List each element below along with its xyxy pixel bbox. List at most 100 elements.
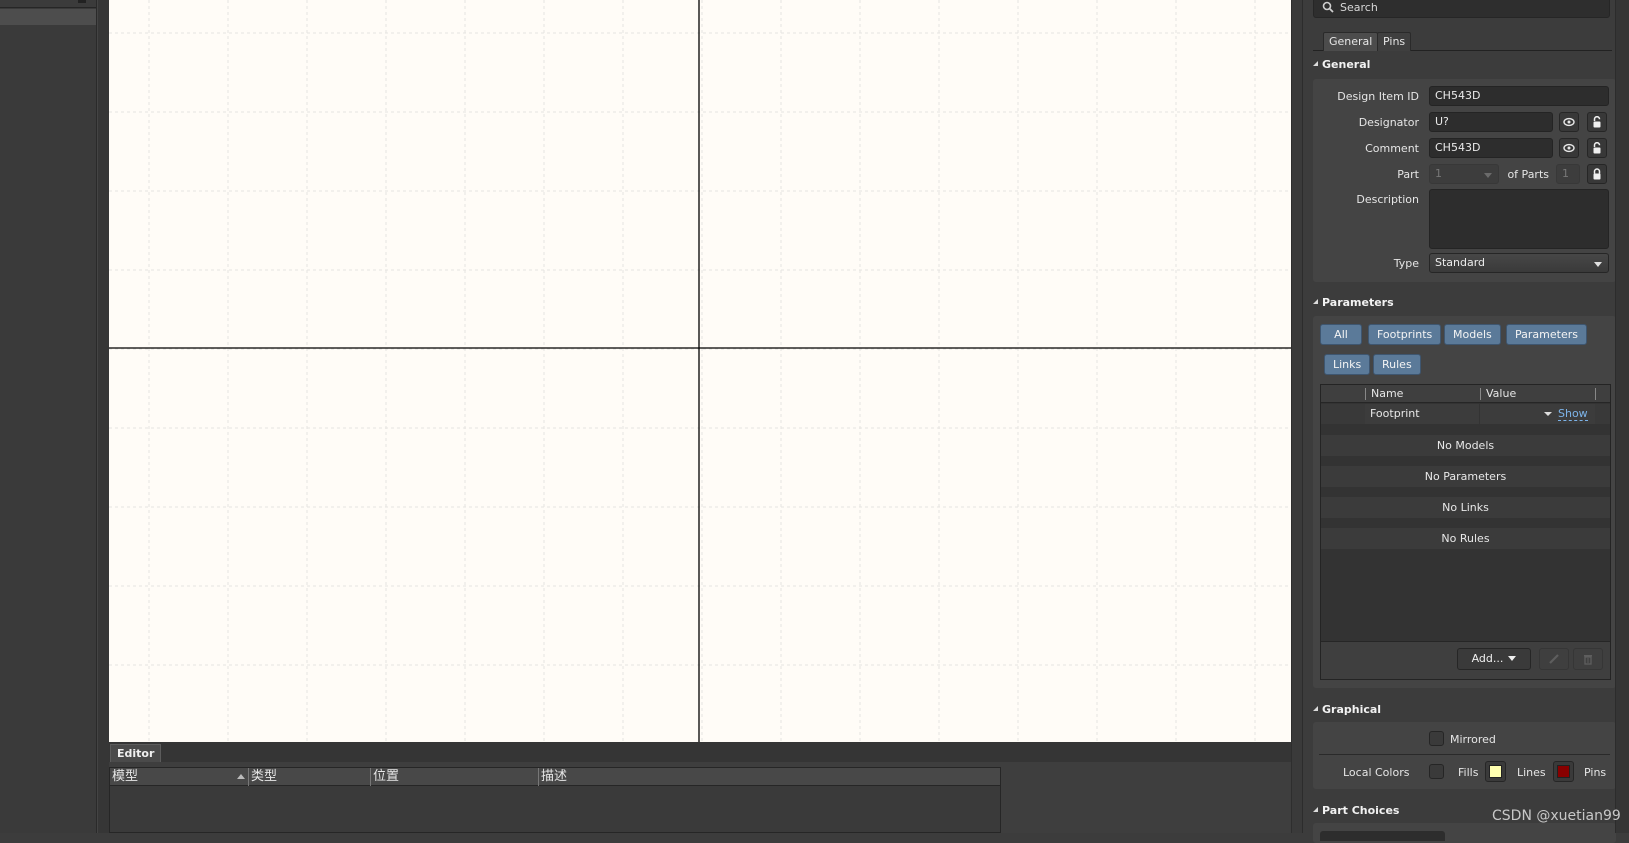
- no-models-row: No Models: [1321, 435, 1610, 456]
- design-item-id-label: Design Item ID: [1337, 90, 1419, 103]
- watermark: CSDN @xuetian99: [1492, 808, 1621, 824]
- left-panel-button[interactable]: [78, 0, 86, 3]
- tab-pins[interactable]: Pins: [1377, 32, 1412, 51]
- dropdown-arrow-icon: [1508, 656, 1517, 661]
- schematic-canvas[interactable]: [109, 0, 1291, 742]
- filter-parameters-button[interactable]: Parameters: [1506, 324, 1587, 345]
- left-panel-header: [0, 0, 96, 8]
- part-label: Part: [1397, 168, 1419, 181]
- model-table: 模型 类型 位置 描述: [109, 767, 1001, 833]
- type-label: Type: [1393, 257, 1419, 270]
- graphical-section: Mirrored Local Colors Fills Lines Pins: [1313, 722, 1616, 789]
- column-header-location[interactable]: 位置: [370, 768, 538, 786]
- filter-rules-button[interactable]: Rules: [1373, 354, 1421, 375]
- type-select[interactable]: Standard: [1429, 253, 1609, 273]
- trash-icon: [1584, 655, 1592, 665]
- comment-input[interactable]: CH543D: [1429, 138, 1553, 158]
- column-header-value[interactable]: Value: [1480, 388, 1595, 400]
- lock-icon: [1593, 168, 1601, 180]
- part-select[interactable]: 1: [1429, 164, 1499, 184]
- dropdown-arrow-icon: [1484, 173, 1492, 178]
- filter-all-button[interactable]: All: [1320, 324, 1362, 345]
- parameters-table-header: Name Value: [1321, 385, 1610, 403]
- no-rules-row: No Rules: [1321, 528, 1610, 549]
- left-panel-selected-row[interactable]: [0, 9, 96, 25]
- left-panel: [0, 0, 97, 833]
- designator-visibility-button[interactable]: [1559, 112, 1579, 132]
- right-splitter[interactable]: [1291, 0, 1303, 833]
- search-input[interactable]: Search: [1313, 0, 1610, 18]
- parameters-table-footer: Add...: [1321, 641, 1610, 679]
- no-links-row: No Links: [1321, 497, 1610, 518]
- edit-button[interactable]: [1539, 648, 1569, 670]
- column-label: 模型: [112, 769, 139, 784]
- section-title: Graphical: [1322, 703, 1382, 716]
- general-section: Design Item ID CH543D Designator U? Comm…: [1313, 79, 1616, 282]
- section-title: Parameters: [1322, 296, 1394, 309]
- unlock-icon: [1593, 116, 1601, 128]
- properties-scrollbar[interactable]: [1615, 0, 1629, 833]
- canvas-grid: [109, 0, 1291, 742]
- part-choices-section: [1313, 823, 1616, 843]
- comment-label: Comment: [1365, 142, 1419, 155]
- comment-visibility-button[interactable]: [1559, 138, 1579, 158]
- dropdown-arrow-icon[interactable]: [1544, 412, 1552, 416]
- search-placeholder: Search: [1340, 1, 1378, 14]
- section-part-choices-header[interactable]: Part Choices: [1313, 804, 1399, 818]
- column-header-description[interactable]: 描述: [538, 768, 1000, 786]
- of-parts-input: 1: [1556, 164, 1580, 184]
- eye-icon: [1563, 143, 1575, 153]
- section-graphical-header[interactable]: Graphical: [1313, 703, 1381, 717]
- filter-links-button[interactable]: Links: [1324, 354, 1371, 375]
- collapse-triangle-icon: [1313, 807, 1318, 812]
- parameters-table: Name Value Footprint Show No Models No P…: [1320, 384, 1611, 680]
- delete-button[interactable]: [1573, 648, 1603, 670]
- local-colors-label: Local Colors: [1343, 766, 1410, 779]
- local-colors-checkbox[interactable]: [1429, 764, 1444, 779]
- left-splitter[interactable]: [97, 0, 109, 833]
- filter-models-button[interactable]: Models: [1444, 324, 1501, 345]
- column-header-name[interactable]: Name: [1365, 388, 1480, 400]
- editor-panel: 模型 类型 位置 描述: [109, 762, 1291, 833]
- section-title: General: [1322, 58, 1371, 71]
- mirrored-label: Mirrored: [1450, 733, 1496, 746]
- footprint-show-link[interactable]: Show: [1558, 407, 1588, 421]
- designator-label: Designator: [1358, 116, 1419, 129]
- collapse-triangle-icon: [1313, 61, 1318, 66]
- add-button[interactable]: Add...: [1457, 648, 1531, 670]
- filter-footprints-button[interactable]: Footprints: [1368, 324, 1442, 345]
- fills-label: Fills: [1458, 766, 1479, 779]
- lines-color: [1557, 765, 1570, 778]
- tab-editor[interactable]: Editor: [110, 744, 162, 762]
- sort-ascending-icon: [237, 774, 245, 779]
- part-lock-button[interactable]: [1587, 164, 1607, 184]
- comment-lock-button[interactable]: [1587, 138, 1607, 158]
- column-header-type[interactable]: 类型: [248, 768, 370, 786]
- design-item-id-input[interactable]: CH543D: [1429, 86, 1609, 106]
- description-label: Description: [1356, 193, 1419, 206]
- lines-label: Lines: [1517, 766, 1546, 779]
- collapse-triangle-icon: [1313, 706, 1318, 711]
- properties-panel: Search General Pins General Design Item …: [1303, 0, 1629, 843]
- divider: [1319, 754, 1610, 755]
- designator-lock-button[interactable]: [1587, 112, 1607, 132]
- model-table-header: 模型 类型 位置 描述: [110, 768, 1000, 786]
- column-separator: [1595, 388, 1596, 400]
- pencil-icon: [1549, 654, 1559, 664]
- section-title: Part Choices: [1322, 804, 1400, 817]
- fills-color-swatch[interactable]: [1485, 761, 1506, 782]
- of-parts-label: of Parts: [1507, 168, 1549, 181]
- mirrored-checkbox[interactable]: [1429, 731, 1444, 746]
- column-header-model[interactable]: 模型: [110, 768, 248, 786]
- designator-input[interactable]: U?: [1429, 112, 1553, 132]
- tab-general[interactable]: General: [1323, 32, 1379, 51]
- section-general-header[interactable]: General: [1313, 58, 1370, 72]
- pins-label: Pins: [1584, 766, 1607, 779]
- lines-color-swatch[interactable]: [1553, 761, 1574, 782]
- no-parameters-row: No Parameters: [1321, 466, 1610, 487]
- footprint-row[interactable]: Footprint Show: [1321, 404, 1610, 424]
- part-value: 1: [1435, 167, 1442, 180]
- description-textarea[interactable]: [1429, 189, 1609, 249]
- fills-color: [1489, 765, 1502, 778]
- section-parameters-header[interactable]: Parameters: [1313, 296, 1394, 310]
